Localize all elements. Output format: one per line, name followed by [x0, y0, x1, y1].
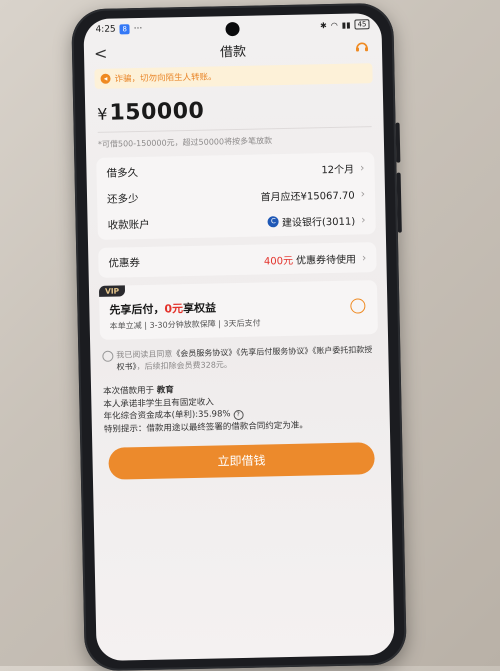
borrow-now-button[interactable]: 立即借钱: [108, 442, 375, 480]
back-button[interactable]: <: [94, 43, 114, 62]
nav-bar: < 借款: [84, 35, 382, 65]
bluetooth-icon: ✱: [319, 20, 327, 30]
status-time: 4:25: [95, 24, 116, 35]
rate-label: 年化综合资金成本(单利):: [103, 409, 199, 422]
vip-title-suffix: 享权益: [182, 301, 217, 316]
vip-title: 先享后付，0元享权益: [109, 296, 367, 317]
account-row[interactable]: 收款账户 C 建设银行(3011) ›: [107, 206, 366, 237]
amount-hint: *可借500-150000元，超过50000将按多笔放款: [97, 136, 273, 149]
agreement-prefix: 我已阅读且同意: [116, 349, 173, 360]
power-button: [396, 172, 402, 233]
bank-logo-icon: C: [267, 215, 280, 227]
signal-icon: ▮▮: [341, 20, 351, 30]
account-label: 收款账户: [107, 218, 150, 232]
vip-subtitle: 本单立减 | 3-30分钟放款保障 | 3天后支付: [109, 318, 261, 331]
more-dots-icon: ···: [133, 23, 143, 35]
amount-divider: [97, 126, 372, 133]
chevron-right-icon: ›: [361, 250, 367, 264]
agreement-suffix: ，后续扣除会员费328元。: [136, 360, 232, 372]
coupon-value: 400元 优惠券待使用: [264, 250, 356, 267]
coupon-label: 优惠券: [108, 256, 141, 270]
rate-value: 35.98%: [198, 409, 231, 420]
purpose-value[interactable]: 教育: [157, 385, 174, 395]
currency-symbol: ¥: [97, 104, 108, 124]
volume-button: [395, 122, 401, 163]
amount-value: 150000: [109, 98, 205, 126]
agreement-section: 我已阅读且同意《会员服务协议》《先享后付服务协议》《账户委托扣款授权书》，后续扣…: [102, 344, 376, 374]
loan-details-card: 借多久 12个月 › 还多少 首月应还¥15067.70 › 收款账户 C 建设…: [96, 152, 376, 240]
purpose-label: 本次借款用于: [103, 385, 155, 397]
phone-device: 4:25 8 ··· ✱ ◠ ▮▮ 45 < 借款 ◂ 诈骗，切勿向陌生人转账。: [71, 2, 407, 671]
chevron-right-icon: ›: [361, 212, 366, 226]
coupon-card[interactable]: 优惠券 400元 优惠券待使用 ›: [98, 242, 377, 278]
amount-input[interactable]: ¥ 150000: [97, 95, 371, 126]
battery-level: 45: [354, 19, 370, 30]
coupon-suffix: 优惠券待使用: [295, 254, 357, 267]
fraud-notice-banner: ◂ 诈骗，切勿向陌生人转账。: [94, 63, 373, 89]
speaker-icon: ◂: [100, 73, 111, 84]
vip-title-highlight: 0元: [164, 302, 184, 316]
vip-option-card[interactable]: VIP 先享后付，0元享权益 本单立减 | 3-30分钟放款保障 | 3天后支付: [98, 280, 378, 340]
notice-text: 诈骗，切勿向陌生人转账。: [114, 72, 217, 85]
coupon-row[interactable]: 优惠券 400元 优惠券待使用 ›: [108, 244, 366, 275]
app-notification-icon: 8: [119, 24, 130, 35]
vip-badge: VIP: [98, 285, 126, 297]
agreement-text: 我已阅读且同意《会员服务协议》《先享后付服务协议》《账户委托扣款授权书》，后续扣…: [116, 344, 376, 373]
phone-screen: 4:25 8 ··· ✱ ◠ ▮▮ 45 < 借款 ◂ 诈骗，切勿向陌生人转账。: [83, 12, 395, 662]
loan-info: 本次借款用于 教育 本人承诺非学生且有固定收入 年化综合资金成本(单利):35.…: [103, 380, 378, 436]
loan-term-value: 12个月: [321, 164, 355, 176]
account-value: 建设银行(3011): [281, 216, 356, 229]
agreement-checkbox[interactable]: [102, 350, 114, 362]
chevron-right-icon: ›: [360, 186, 366, 200]
coupon-amount: 400元: [263, 255, 294, 267]
loan-term-label: 借多久: [106, 166, 139, 180]
page-title: 借款: [219, 44, 247, 60]
wifi-icon: ◠: [330, 20, 338, 30]
repayment-value: 首月应还¥15067.70: [260, 190, 355, 204]
repayment-label: 还多少: [106, 192, 139, 206]
vip-title-prefix: 先享后付，: [109, 302, 165, 317]
help-icon[interactable]: ?: [233, 409, 244, 421]
customer-service-icon[interactable]: [354, 39, 370, 55]
chevron-right-icon: ›: [359, 160, 365, 174]
account-value-wrap: C 建设银行(3011): [267, 212, 356, 229]
